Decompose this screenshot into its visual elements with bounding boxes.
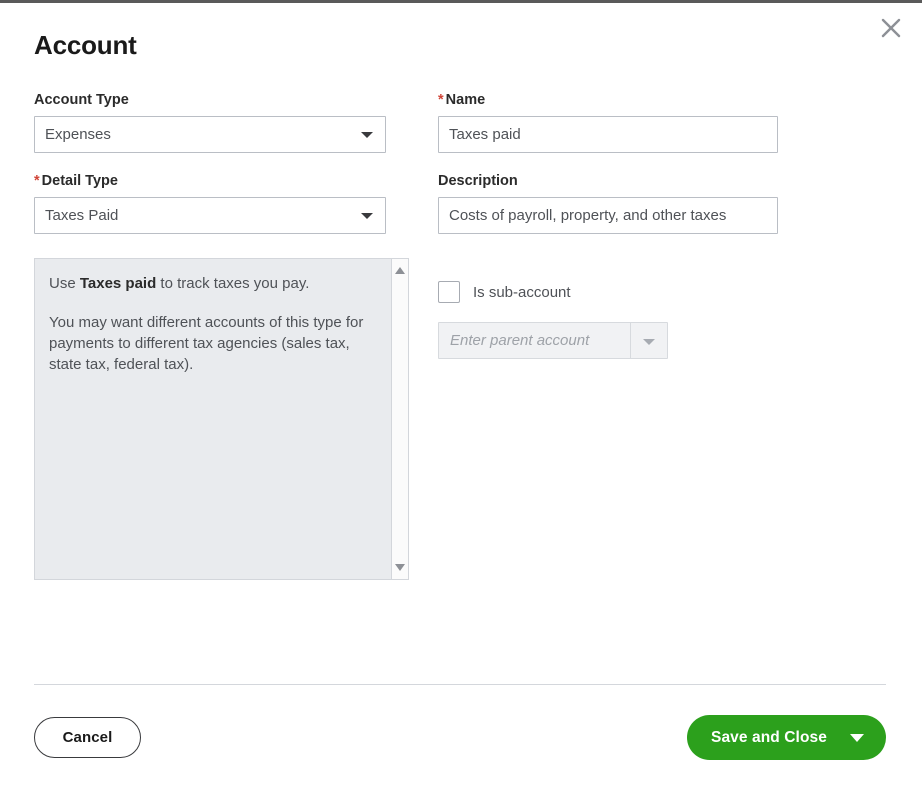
footer-divider [34, 684, 886, 685]
scroll-up-arrow-icon[interactable] [395, 267, 405, 274]
required-asterisk: * [438, 92, 444, 108]
description-input[interactable]: Costs of payroll, property, and other ta… [438, 197, 778, 234]
detail-type-label-text: Detail Type [41, 173, 118, 189]
name-input[interactable]: Taxes paid [438, 116, 778, 153]
close-icon[interactable] [874, 11, 908, 45]
chevron-down-icon [361, 132, 373, 138]
account-type-value: Expenses [45, 126, 111, 143]
save-and-close-button[interactable]: Save and Close [687, 715, 886, 760]
info-paragraph-2: You may want different accounts of this … [49, 314, 364, 373]
is-sub-account-row[interactable]: Is sub-account [438, 281, 571, 303]
info-panel-scrollbar[interactable] [391, 259, 408, 579]
detail-type-label: * Detail Type [34, 172, 386, 190]
parent-account-placeholder: Enter parent account [450, 332, 590, 349]
chevron-down-icon [643, 339, 655, 345]
is-sub-account-checkbox[interactable] [438, 281, 460, 303]
detail-type-select[interactable]: Taxes Paid [34, 197, 386, 234]
parent-account-select: Enter parent account [438, 322, 668, 359]
form-column-left: Account Type Expenses * Detail Type Taxes… [34, 91, 409, 580]
info-panel-text: Use Taxes paid to track taxes you pay. Y… [49, 273, 379, 393]
chevron-down-icon[interactable] [850, 734, 864, 742]
name-label: * Name [438, 91, 778, 109]
info-p1-suffix: to track taxes you pay. [156, 275, 310, 292]
parent-account-divider [630, 323, 631, 358]
info-p1-bold: Taxes paid [79, 275, 157, 292]
page-title: Account [34, 30, 137, 60]
description-value: Costs of payroll, property, and other ta… [449, 207, 727, 224]
detail-type-value: Taxes Paid [45, 207, 119, 224]
scroll-down-arrow-icon[interactable] [395, 564, 405, 571]
account-type-select[interactable]: Expenses [34, 116, 386, 153]
detail-type-info-panel: Use Taxes paid to track taxes you pay. Y… [34, 258, 409, 580]
name-value: Taxes paid [449, 126, 521, 143]
required-asterisk: * [34, 173, 40, 189]
cancel-button[interactable]: Cancel [34, 717, 141, 758]
chevron-down-icon [361, 213, 373, 219]
is-sub-account-label: Is sub-account [473, 283, 571, 301]
account-modal: Account Account Type Expenses * Detail Ty… [0, 3, 922, 791]
save-and-close-label: Save and Close [711, 729, 827, 746]
account-type-label: Account Type [34, 91, 386, 109]
description-label-text: Description [438, 173, 518, 189]
form-column-right: * Name Taxes paid Description Costs of pa… [438, 91, 778, 359]
info-paragraph-1: Use Taxes paid to track taxes you pay. [49, 273, 379, 294]
account-type-label-text: Account Type [34, 92, 129, 108]
info-p1-prefix: Use [49, 275, 80, 292]
name-label-text: Name [445, 92, 486, 108]
description-label: Description [438, 172, 778, 190]
